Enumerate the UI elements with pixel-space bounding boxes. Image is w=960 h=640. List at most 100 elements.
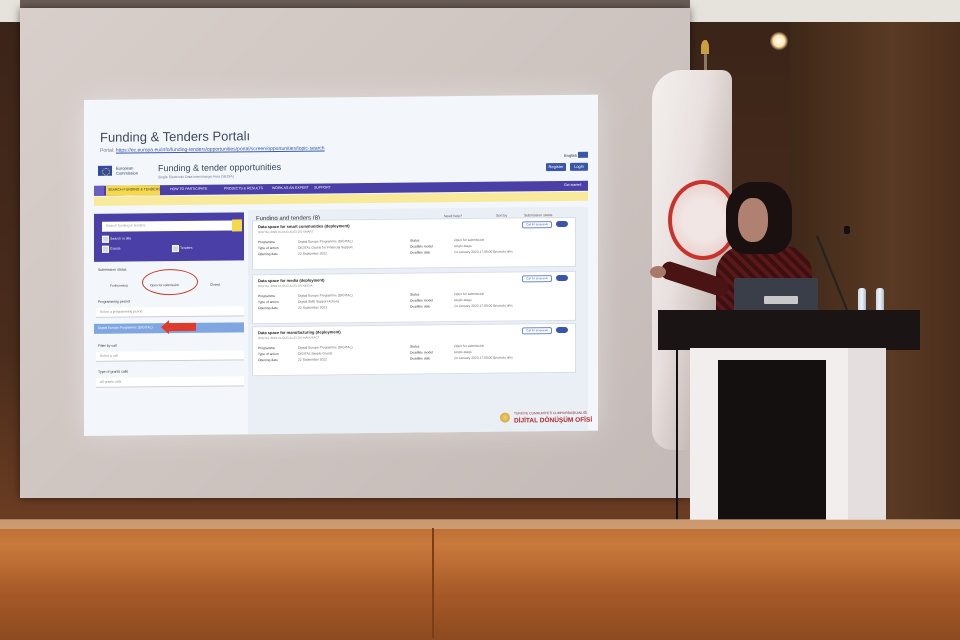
card-title: Data space for smart communities (deploy… bbox=[258, 223, 350, 230]
field-label-action: Type of action bbox=[258, 299, 279, 305]
eu-flag-icon bbox=[98, 165, 112, 176]
card-id: DIGITAL-2022-CLOUD-AI-03-DS-MANUFACT bbox=[258, 335, 320, 341]
checkbox-tenders bbox=[172, 245, 179, 253]
search-icon bbox=[232, 219, 242, 232]
field-label-action: Type of action bbox=[258, 245, 279, 251]
page-subtitle: Single Electronic Data Interchange Area … bbox=[158, 174, 234, 180]
language-badge bbox=[578, 151, 588, 158]
card-status: Open for submission bbox=[454, 237, 485, 243]
card-opening: 22 September 2022 bbox=[298, 357, 327, 362]
card-deadline-model: single-stage bbox=[454, 243, 472, 249]
card-opening: 22 September 2022 bbox=[298, 251, 327, 256]
card-action: Digital SME Support Actions bbox=[298, 299, 340, 304]
card-status: Open for submission bbox=[454, 343, 485, 349]
field-label-opening: Opening date bbox=[258, 251, 278, 257]
card-action: DIGITAL Grants for Financial Support bbox=[298, 245, 353, 250]
card-status-badge bbox=[556, 326, 568, 334]
page-title: Funding & tender opportunities bbox=[158, 161, 282, 174]
footer-office: DİJİTAL DÖNÜŞÜM OFİSİ bbox=[514, 416, 593, 425]
programming-period-label: Programming period bbox=[98, 299, 130, 304]
field-label-programme: Programme bbox=[258, 239, 276, 245]
ec-logo-text: European Commission bbox=[116, 165, 138, 175]
field-label-deadline-model: Deadline model bbox=[410, 244, 433, 249]
type-of-calls-value: All grants calls bbox=[100, 379, 122, 384]
field-label-deadline-date: Deadline date bbox=[410, 250, 431, 255]
stage-edge bbox=[0, 519, 960, 529]
stage-front bbox=[0, 520, 960, 640]
card-opening: 22 September 2022 bbox=[298, 305, 327, 310]
card-type-chip: Call for proposals bbox=[522, 221, 552, 229]
field-label-status: Status bbox=[410, 238, 420, 243]
card-deadline-date: 24 January 2023 17:00:00 Brussels time bbox=[454, 355, 514, 361]
submission-status-label: Submission status bbox=[98, 267, 127, 272]
card-title: Data space for media (deployment) bbox=[258, 277, 325, 284]
checkbox-grants bbox=[102, 245, 109, 253]
flag-finial bbox=[701, 40, 709, 54]
card-id: DIGITAL-2022-CLOUD-AI-03-DS-MEDIA bbox=[258, 283, 313, 289]
card-programme: Digital Europe Programme (DIGITAL) bbox=[298, 239, 353, 244]
field-label-programme: Programme bbox=[258, 293, 276, 299]
filter-by-call-label: Filter by call bbox=[98, 343, 117, 348]
field-label-status: Status bbox=[410, 292, 420, 297]
card-action: DIGITAL Simple Grants bbox=[298, 351, 333, 356]
card-status-badge bbox=[556, 274, 568, 282]
laptop-sticker bbox=[764, 296, 798, 304]
card-id: DIGITAL-2022-CLOUD-AI-03-DS-SMART bbox=[258, 229, 314, 235]
field-label-status: Status bbox=[410, 344, 420, 349]
nav-item-support: SUPPORT bbox=[314, 185, 331, 190]
laptop bbox=[734, 278, 818, 312]
speaker-hand-with-clicker bbox=[650, 266, 666, 278]
water-bottle bbox=[858, 288, 866, 312]
card-status-badge bbox=[556, 220, 568, 228]
login-button: Login bbox=[570, 162, 588, 171]
field-label-programme: Programme bbox=[258, 345, 276, 351]
ceiling-spotlight bbox=[770, 32, 788, 50]
search-in-title-label: Search in title bbox=[110, 236, 132, 241]
register-button: Register bbox=[546, 162, 566, 172]
footer-presidency: TÜRKİYE CUMHURİYETİ CUMHURBAŞKANLIĞI bbox=[514, 410, 588, 416]
selected-programme-text: Digital Europe Programme (DIGITAL) bbox=[98, 325, 153, 330]
radio-forthcoming: Forthcoming bbox=[110, 283, 128, 288]
slide-title: Funding & Tenders Portalı bbox=[100, 128, 251, 145]
search-placeholder: Search funding & tenders bbox=[106, 223, 146, 228]
type-of-calls-label: Type of grants calls bbox=[98, 369, 129, 374]
field-label-deadline-model: Deadline model bbox=[410, 298, 433, 303]
dijital-donusum-logo-icon bbox=[500, 412, 510, 423]
portal-prefix: Portal: bbox=[100, 147, 115, 154]
lectern-top bbox=[658, 310, 920, 350]
nav-item-expert: WORK AS AN EXPERT bbox=[272, 185, 309, 191]
water-bottle bbox=[876, 288, 884, 312]
card-deadline-model: single-stage bbox=[454, 297, 472, 303]
nav-item-search: SEARCH FUNDING & TENDERS bbox=[108, 187, 161, 192]
projected-slide: Funding & Tenders Portalı Portal: https:… bbox=[84, 94, 598, 436]
get-started-link: Get started bbox=[564, 182, 582, 187]
card-deadline-date: 24 January 2023 17:00:00 Brussels time bbox=[454, 303, 514, 309]
filter-by-call-value: Select a call bbox=[100, 353, 118, 358]
card-status: Open for submission bbox=[454, 291, 485, 297]
checkbox-search-title bbox=[102, 235, 109, 243]
card-deadline-model: single-stage bbox=[454, 349, 472, 355]
red-highlight-circle bbox=[142, 268, 198, 296]
filter-by-call-dropdown bbox=[96, 350, 244, 362]
card-title: Data space for manufacturing (deployment… bbox=[258, 329, 341, 336]
nav-item-participate: HOW TO PARTICIPATE bbox=[170, 186, 208, 192]
field-label-deadline-model: Deadline model bbox=[410, 350, 433, 355]
programming-period-value: Select a programming period bbox=[100, 309, 143, 314]
card-programme: Digital Europe Programme (DIGITAL) bbox=[298, 293, 353, 298]
slide-portal-line: Portal: https://ec.europa.eu/info/fundin… bbox=[100, 145, 325, 153]
card-deadline-date: 24 January 2023 17:00:00 Brussels time bbox=[454, 249, 514, 255]
radio-closed: Closed bbox=[210, 282, 220, 287]
field-label-opening: Opening date bbox=[258, 357, 278, 363]
ec-line2: Commission bbox=[116, 170, 139, 176]
grants-label: Grants bbox=[110, 246, 121, 251]
microphone-icon bbox=[844, 226, 850, 234]
language-label: English bbox=[564, 152, 578, 158]
card-type-chip: Call for proposals bbox=[522, 327, 552, 335]
red-arrow-icon bbox=[168, 322, 196, 332]
home-icon bbox=[94, 185, 104, 196]
speaker-face bbox=[738, 198, 768, 242]
portal-link: https://ec.europa.eu/info/funding-tender… bbox=[115, 145, 325, 154]
field-label-opening: Opening date bbox=[258, 305, 278, 311]
field-label-action: Type of action bbox=[258, 351, 279, 357]
field-label-deadline-date: Deadline date bbox=[410, 356, 431, 361]
